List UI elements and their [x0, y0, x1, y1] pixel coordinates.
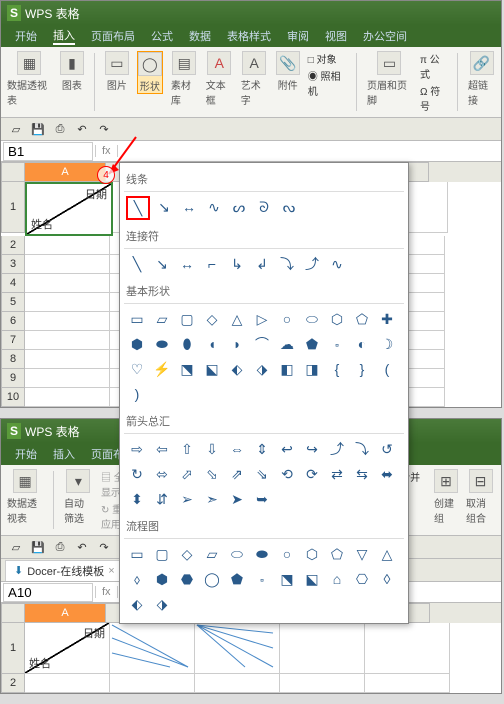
cell-a1-top: 日期: [85, 186, 107, 202]
app-title: WPS 表格: [25, 5, 80, 22]
name-box[interactable]: [3, 583, 93, 602]
fx-icon[interactable]: fx: [95, 586, 118, 598]
arrows-section-title: 箭头总汇: [124, 409, 404, 434]
formula-bar-top: fx: [1, 141, 501, 162]
new-icon[interactable]: ▱: [7, 538, 25, 556]
symbol-button[interactable]: Ω 符号: [420, 83, 447, 113]
menu-review[interactable]: 审阅: [287, 28, 309, 44]
tab-docer[interactable]: ⬇Docer-在线模板×: [5, 560, 124, 581]
menu-view[interactable]: 视图: [325, 28, 347, 44]
row-header-1[interactable]: 1: [1, 182, 25, 233]
menu-insert[interactable]: 插入: [53, 446, 75, 462]
wordart-button[interactable]: A艺术字: [241, 51, 268, 107]
picture-button[interactable]: ▭图片: [105, 51, 129, 92]
header-button[interactable]: ▭页眉和页脚: [367, 51, 412, 107]
cell-d1[interactable]: [280, 623, 365, 674]
menu-insert[interactable]: 插入: [53, 27, 75, 45]
pivot-button[interactable]: ▦数据透视表: [7, 51, 52, 107]
double-arrow-shape[interactable]: ↔: [178, 196, 200, 218]
connector-shape[interactable]: ╲: [126, 253, 148, 275]
cell-a1-bottom: 姓名: [29, 655, 51, 671]
cell-a1[interactable]: 日期 姓名: [25, 182, 113, 236]
line-shape[interactable]: ╲: [126, 196, 150, 220]
row-header-2[interactable]: 2: [1, 236, 25, 255]
redo-icon[interactable]: ↷: [95, 538, 113, 556]
attach-button[interactable]: 📎附件: [276, 51, 300, 92]
menu-start[interactable]: 开始: [15, 28, 37, 44]
menu-data[interactable]: 数据: [189, 28, 211, 44]
wps-logo: S: [7, 5, 21, 21]
select-all-corner[interactable]: [1, 603, 25, 623]
row-header-7[interactable]: 7: [1, 331, 25, 350]
scribble2-shape[interactable]: ᔓ: [278, 196, 300, 218]
new-icon[interactable]: ▱: [7, 120, 25, 138]
basic-section-title: 基本形状: [124, 279, 404, 304]
library-button[interactable]: ▤素材库: [171, 51, 198, 107]
cell-a1-top: 日期: [83, 625, 105, 641]
shapes-popup: 线条 ╲ ↘ ↔ ∿ ᔕ ᘐ ᔓ 连接符 ╲↘↔⌐↳↲⤵⤴∿ 基本形状 ▭▱▢◇…: [119, 162, 409, 624]
select-all-corner[interactable]: [1, 162, 25, 182]
wps-logo: S: [7, 423, 21, 439]
hyperlink-button[interactable]: 🔗超链接: [468, 51, 495, 107]
grid-top[interactable]: 4 A B E 1 日期 姓名 2 3 4 5 6 7 8 9 10 线条: [1, 162, 501, 407]
close-icon[interactable]: ×: [108, 565, 114, 577]
name-box[interactable]: [3, 142, 93, 161]
quick-access-top: ▱ 💾 ⎙ ↶ ↷: [1, 118, 501, 141]
camera-button[interactable]: ◉ 照相机: [308, 68, 346, 98]
curve-shape[interactable]: ∿: [203, 196, 225, 218]
menu-tablestyle[interactable]: 表格样式: [227, 28, 271, 44]
save-icon[interactable]: 💾: [29, 120, 47, 138]
app-title: WPS 表格: [25, 423, 80, 440]
row-header-3[interactable]: 3: [1, 255, 25, 274]
freeform-shape[interactable]: ᔕ: [228, 196, 250, 218]
ribbon-top: ▦数据透视表 ▮图表 ▭图片 ◯形状 ▤素材库 A文本框 A艺术字 📎附件 □ …: [1, 47, 501, 118]
titlebar-top: S WPS 表格: [1, 1, 501, 25]
menu-formula[interactable]: 公式: [151, 28, 173, 44]
cell-a1-bottom: 姓名: [31, 216, 53, 232]
row-header-4[interactable]: 4: [1, 274, 25, 293]
shape-button[interactable]: ◯形状: [137, 51, 163, 94]
row-header-1[interactable]: 1: [1, 623, 25, 674]
row-header-5[interactable]: 5: [1, 293, 25, 312]
col-header-a[interactable]: A: [25, 603, 106, 623]
arrow-line-shape[interactable]: ↘: [153, 196, 175, 218]
row-header-9[interactable]: 9: [1, 369, 25, 388]
menu-office[interactable]: 办公空间: [363, 28, 407, 44]
row-header-8[interactable]: 8: [1, 350, 25, 369]
chart-button[interactable]: ▮图表: [60, 51, 84, 92]
ungroup-button[interactable]: ⊟取消组合: [466, 469, 495, 525]
object-button[interactable]: □ 对象: [308, 51, 346, 66]
cell-c1[interactable]: [195, 623, 280, 674]
save-icon[interactable]: 💾: [29, 538, 47, 556]
cell-e1[interactable]: [365, 623, 450, 674]
annotation-marker: 4: [97, 166, 115, 184]
cell-b1[interactable]: [110, 623, 195, 674]
col-header-a[interactable]: A: [25, 162, 106, 182]
row-header-10[interactable]: 10: [1, 388, 25, 407]
flow-section-title: 流程图: [124, 514, 404, 539]
undo-icon[interactable]: ↶: [73, 120, 91, 138]
scribble-shape[interactable]: ᘐ: [253, 196, 275, 218]
menubar-top[interactable]: 开始 插入 页面布局 公式 数据 表格样式 审阅 视图 办公空间: [1, 25, 501, 47]
print-icon[interactable]: ⎙: [51, 538, 69, 556]
connectors-section-title: 连接符: [124, 224, 404, 249]
textbox-button[interactable]: A文本框: [206, 51, 233, 107]
menu-layout[interactable]: 页面布局: [91, 28, 135, 44]
row-header-2[interactable]: 2: [1, 674, 25, 693]
formula-button[interactable]: π 公式: [420, 51, 447, 81]
cell-a1[interactable]: 日期 姓名: [25, 623, 110, 674]
lines-section-title: 线条: [124, 167, 404, 192]
group-button[interactable]: ⊞创建组: [434, 469, 458, 525]
row-header-6[interactable]: 6: [1, 312, 25, 331]
undo-icon[interactable]: ↶: [73, 538, 91, 556]
print-icon[interactable]: ⎙: [51, 120, 69, 138]
autofilter-button[interactable]: ▾自动筛选: [64, 469, 93, 525]
menu-start[interactable]: 开始: [15, 446, 37, 462]
pivot-button[interactable]: ▦数据透视表: [7, 469, 43, 525]
